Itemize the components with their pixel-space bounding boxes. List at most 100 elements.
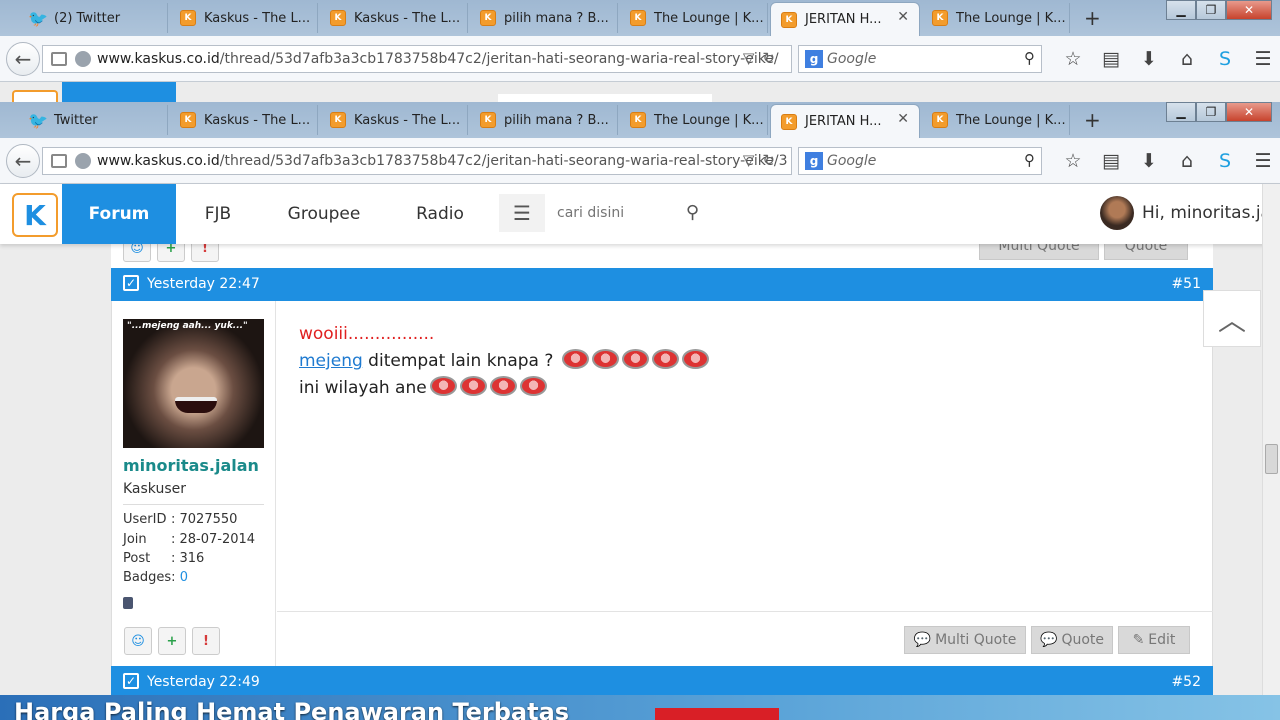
post-number[interactable]: #52	[1171, 674, 1201, 690]
scrollbar-thumb[interactable]	[1265, 444, 1278, 474]
profile-icon[interactable]: ☺	[124, 627, 152, 655]
divider	[123, 504, 264, 505]
download-icon[interactable]: ⬇	[1130, 45, 1168, 73]
ad-banner[interactable]: Harga Paling Hemat Penawaran Terbatas	[0, 695, 1280, 720]
menu-icon[interactable]: ☰	[1244, 45, 1280, 73]
home-icon[interactable]: ⌂	[1168, 147, 1206, 175]
back-arrow-icon[interactable]: ←	[6, 42, 40, 76]
tab-jeritan-hati[interactable]: K JERITAN H... ✕	[770, 104, 920, 138]
nav-groupee[interactable]: Groupee	[260, 184, 388, 244]
tab-the-lounge-2[interactable]: K The Lounge | K...	[922, 3, 1070, 33]
kaskus-favicon-icon: K	[180, 10, 196, 26]
tab-twitter[interactable]: 🐦 (2) Twitter	[20, 3, 168, 33]
kaskus-favicon-icon: K	[630, 10, 646, 26]
tab-the-lounge-1[interactable]: K The Lounge | K...	[620, 105, 768, 135]
avatar-detail	[175, 397, 217, 413]
tab-jeritan-hati[interactable]: K JERITAN H... ✕	[770, 2, 920, 36]
reading-list-icon[interactable]: ▤	[1092, 45, 1130, 73]
site-search: ☰ ⚲	[499, 194, 713, 232]
tab-pilih-mana[interactable]: Kpilih mana ? B...	[470, 105, 618, 135]
menu-icon[interactable]: ☰	[1244, 147, 1280, 175]
new-tab-icon[interactable]: +	[1084, 6, 1101, 30]
tab-pilih-mana[interactable]: Kpilih mana ? B...	[470, 3, 618, 33]
tab-kaskus-2[interactable]: K Kaskus - The L...	[320, 105, 468, 135]
minimize-icon[interactable]: ▁	[1166, 102, 1196, 122]
ad-cta-button[interactable]	[655, 708, 779, 720]
username[interactable]: minoritas.jalan	[123, 456, 259, 475]
maximize-icon[interactable]: ❐	[1196, 102, 1226, 122]
reading-list-icon[interactable]: ▤	[1092, 147, 1130, 175]
bookmark-star-icon[interactable]: ☆	[1054, 147, 1092, 175]
tab-the-lounge-2[interactable]: K The Lounge | K...	[922, 105, 1070, 135]
search-bar[interactable]: g Google ⚲	[798, 45, 1042, 73]
close-window-icon[interactable]: ✕	[1226, 102, 1272, 122]
report-icon[interactable]: !	[191, 244, 219, 262]
search-icon[interactable]: ⚲	[1024, 49, 1035, 67]
kaskus-favicon-icon: K	[630, 112, 646, 128]
search-icon[interactable]: ⚲	[686, 202, 699, 223]
reload-icon[interactable]: ▽↻	[743, 49, 783, 67]
new-tab-icon[interactable]: +	[1084, 108, 1101, 132]
bookmark-star-icon[interactable]: ☆	[1054, 45, 1092, 73]
window-controls: ▁ ❐ ✕	[1166, 0, 1272, 20]
kaskus-favicon-icon: K	[480, 112, 496, 128]
post-number[interactable]: #51	[1171, 276, 1201, 292]
nav-toolbar: ← www.kaskus.co.id/thread/53d7afb3a3cb17…	[0, 138, 1280, 184]
tab-kaskus-1[interactable]: K Kaskus - The L...	[170, 105, 318, 135]
close-window-icon[interactable]: ✕	[1226, 0, 1272, 20]
nav-forum[interactable]: Forum	[62, 184, 176, 244]
list-icon[interactable]: ☰	[499, 194, 545, 232]
tab-kaskus-1[interactable]: K Kaskus - The L...	[170, 3, 318, 33]
tab-strip: 🐦 (2) Twitter K Kaskus - The L... K Kaskus …	[0, 0, 1280, 36]
post-line: ini wilayah ane	[299, 375, 709, 402]
url-bar[interactable]: www.kaskus.co.id/thread/53d7afb3a3cb1783…	[42, 147, 792, 175]
maximize-icon[interactable]: ❐	[1196, 0, 1226, 20]
send-cendol-icon[interactable]: +	[158, 627, 186, 655]
quote-button[interactable]: 💬 Quote	[1031, 626, 1113, 654]
emoticon-icon	[651, 349, 679, 369]
avatar	[1100, 196, 1134, 230]
user-avatar[interactable]: "...mejeng aah... yuk..."	[123, 319, 264, 448]
search-bar[interactable]: g Google ⚲	[798, 147, 1042, 175]
close-tab-icon[interactable]: ✕	[897, 111, 909, 127]
tab-twitter[interactable]: 🐦 Twitter	[20, 105, 168, 135]
edit-button[interactable]: ✎ Edit	[1118, 626, 1190, 654]
report-icon[interactable]: !	[192, 627, 220, 655]
post-body: "...mejeng aah... yuk..." minoritas.jala…	[111, 301, 1213, 666]
post-time: Yesterday 22:47	[147, 276, 260, 292]
skype-icon[interactable]: S	[1206, 147, 1244, 175]
multi-quote-icon: 💬	[913, 632, 932, 648]
scroll-to-top-icon[interactable]: ︿	[1203, 290, 1261, 347]
profile-icon[interactable]: ☺	[123, 244, 151, 262]
quote-button[interactable]: Quote	[1104, 244, 1188, 260]
user-greeting: Hi, minoritas.ja	[1142, 203, 1271, 223]
nav-radio[interactable]: Radio	[388, 184, 492, 244]
nav-fjb[interactable]: FJB	[176, 184, 260, 244]
google-icon: g	[805, 152, 823, 170]
url-bar[interactable]: www.kaskus.co.id/thread/53d7afb3a3cb1783…	[42, 45, 792, 73]
site-header: K Forum FJB Groupee Radio ☰ ⚲ Hi, minori…	[0, 184, 1280, 244]
send-cendol-icon[interactable]: +	[157, 244, 185, 262]
tab-the-lounge-1[interactable]: K The Lounge | K...	[620, 3, 768, 33]
user-menu[interactable]: Hi, minoritas.ja	[1100, 196, 1271, 230]
checkbox-icon[interactable]: ✓	[123, 673, 139, 689]
reload-icon[interactable]: ▽↻	[743, 151, 783, 169]
download-icon[interactable]: ⬇	[1130, 147, 1168, 175]
close-tab-icon[interactable]: ✕	[897, 9, 909, 25]
back-arrow-icon[interactable]: ←	[6, 144, 40, 178]
kaskus-logo[interactable]: K	[12, 193, 58, 237]
minimize-icon[interactable]: ▁	[1166, 0, 1196, 20]
kaskus-favicon-icon: K	[330, 10, 346, 26]
emoticon-icon	[519, 376, 547, 396]
google-icon: g	[805, 50, 823, 68]
tab-kaskus-2[interactable]: K Kaskus - The L...	[320, 3, 468, 33]
multi-quote-button[interactable]: 💬 Multi Quote	[904, 626, 1026, 654]
scrollbar[interactable]	[1262, 184, 1280, 720]
post-link[interactable]: mejeng	[299, 351, 363, 371]
checkbox-icon[interactable]: ✓	[123, 275, 139, 291]
search-icon[interactable]: ⚲	[1024, 151, 1035, 169]
multi-quote-button[interactable]: Multi Quote	[979, 244, 1099, 260]
home-icon[interactable]: ⌂	[1168, 45, 1206, 73]
skype-icon[interactable]: S	[1206, 45, 1244, 73]
nav-toolbar: ← www.kaskus.co.id/thread/53d7afb3a3cb17…	[0, 36, 1280, 82]
